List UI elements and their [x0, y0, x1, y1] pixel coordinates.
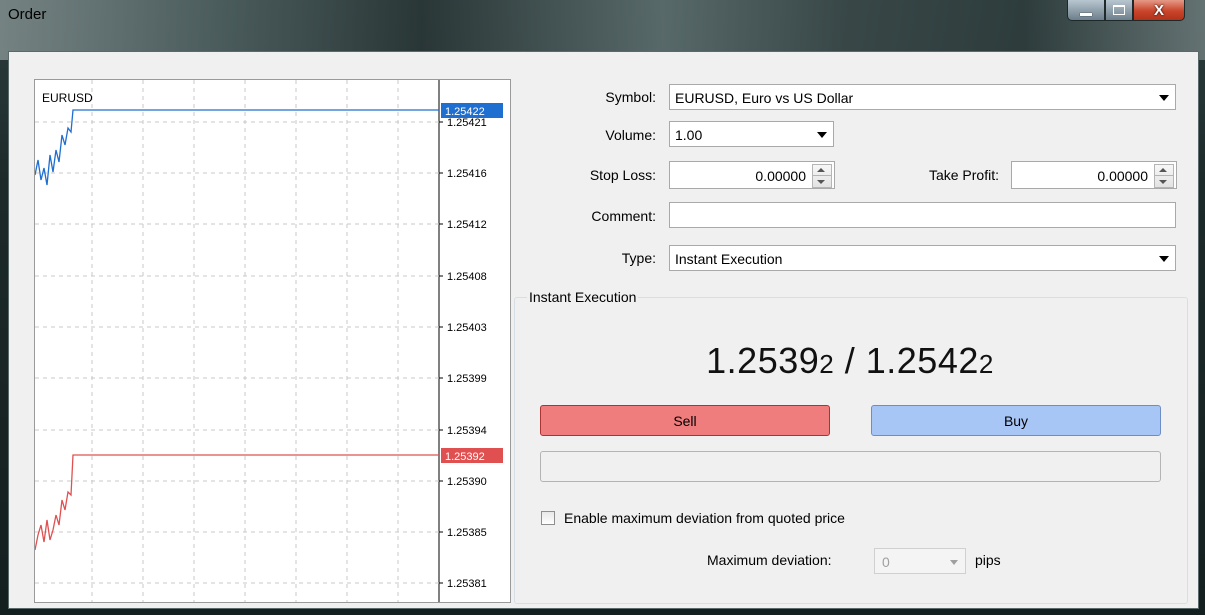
deviation-checkbox[interactable] — [541, 511, 555, 525]
symbol-select[interactable]: EURUSD, Euro vs US Dollar — [669, 84, 1176, 110]
group-title: Instant Execution — [527, 289, 639, 305]
execution-status-bar — [540, 451, 1161, 482]
ask-price-tag-label: 1.25422 — [445, 106, 485, 118]
sell-button[interactable]: Sell — [540, 405, 830, 436]
price-tick-label: 1.25399 — [447, 373, 487, 385]
dialog-client: 1.25421 1.25416 1.25412 1.25408 1.25403 1.253… — [8, 51, 1199, 609]
arrow-up-icon — [817, 168, 825, 172]
chevron-down-icon — [817, 132, 827, 138]
takeprofit-value: 0.00000 — [1097, 168, 1148, 184]
tick-chart: 1.25421 1.25416 1.25412 1.25408 1.25403 1.253… — [34, 79, 511, 603]
max-deviation-value: 0 — [882, 554, 890, 570]
minimize-button[interactable] — [1067, 0, 1105, 21]
bid-price: 1.2539 — [706, 340, 820, 381]
price-tick-label: 1.25394 — [447, 425, 487, 437]
price-tick-label: 1.25421 — [447, 117, 487, 129]
chevron-down-icon — [950, 560, 958, 565]
type-select[interactable]: Instant Execution — [669, 245, 1176, 271]
window-frame: Order X 1.25421 1.25416 1.25412 1.25408 1.25… — [0, 0, 1205, 615]
price-tick-label: 1.25403 — [447, 322, 487, 334]
maximize-button[interactable] — [1105, 0, 1133, 21]
volume-label: Volume: — [605, 127, 656, 143]
stoploss-stepper[interactable] — [812, 164, 832, 188]
window-title: Order — [8, 6, 47, 23]
price-tick-label: 1.25385 — [447, 527, 487, 539]
symbol-label: Symbol: — [605, 89, 656, 105]
type-label: Type: — [621, 250, 656, 266]
ask-price: 1.2542 — [865, 340, 979, 381]
title-bar-buttons: X — [1067, 0, 1185, 24]
bid-price-tag-label: 1.25392 — [445, 451, 485, 463]
stoploss-field[interactable]: 0.00000 — [669, 161, 835, 189]
symbol-select-value: EURUSD, Euro vs US Dollar — [675, 90, 854, 106]
close-button[interactable]: X — [1133, 0, 1185, 21]
volume-combo[interactable]: 1.00 — [669, 121, 834, 147]
stoploss-label: Stop Loss: — [589, 167, 656, 183]
takeprofit-stepper[interactable] — [1154, 164, 1174, 188]
arrow-down-icon — [1159, 180, 1167, 184]
volume-value: 1.00 — [675, 127, 703, 143]
max-deviation-select[interactable]: 0 — [874, 548, 966, 574]
comment-input[interactable] — [669, 202, 1176, 228]
close-icon: X — [1153, 1, 1164, 19]
takeprofit-label: Take Profit: — [928, 167, 999, 183]
comment-label: Comment: — [591, 208, 656, 224]
buy-button[interactable]: Buy — [871, 405, 1161, 436]
chart-symbol-label: EURUSD — [42, 91, 93, 105]
deviation-checkbox-label[interactable]: Enable maximum deviation from quoted pri… — [564, 510, 845, 526]
max-deviation-label: Maximum deviation: — [707, 552, 832, 568]
price-tick-label: 1.25408 — [447, 271, 487, 283]
chevron-down-icon — [1159, 256, 1169, 262]
quote-separator: / — [834, 340, 866, 381]
price-tick-label: 1.25412 — [447, 219, 487, 231]
bid-pip: 2 — [819, 349, 835, 379]
price-quote: 1.25392 / 1.25422 — [514, 340, 1186, 382]
price-tick-label: 1.25416 — [447, 168, 487, 180]
price-tick-label: 1.25390 — [447, 476, 487, 488]
price-tick-label: 1.25381 — [447, 578, 487, 590]
type-select-value: Instant Execution — [675, 251, 783, 267]
minimize-icon — [1080, 12, 1092, 16]
ask-pip: 2 — [978, 349, 994, 379]
ask-price-line — [35, 109, 439, 186]
tick-chart-svg: 1.25421 1.25416 1.25412 1.25408 1.25403 1.253… — [35, 80, 503, 602]
maximize-icon — [1113, 5, 1125, 15]
bid-price-line — [35, 454, 439, 551]
arrow-up-icon — [1159, 168, 1167, 172]
chevron-down-icon — [1159, 95, 1169, 101]
pips-label: pips — [975, 552, 1001, 568]
takeprofit-field[interactable]: 0.00000 — [1011, 161, 1177, 189]
stoploss-value: 0.00000 — [755, 168, 806, 184]
arrow-down-icon — [817, 180, 825, 184]
